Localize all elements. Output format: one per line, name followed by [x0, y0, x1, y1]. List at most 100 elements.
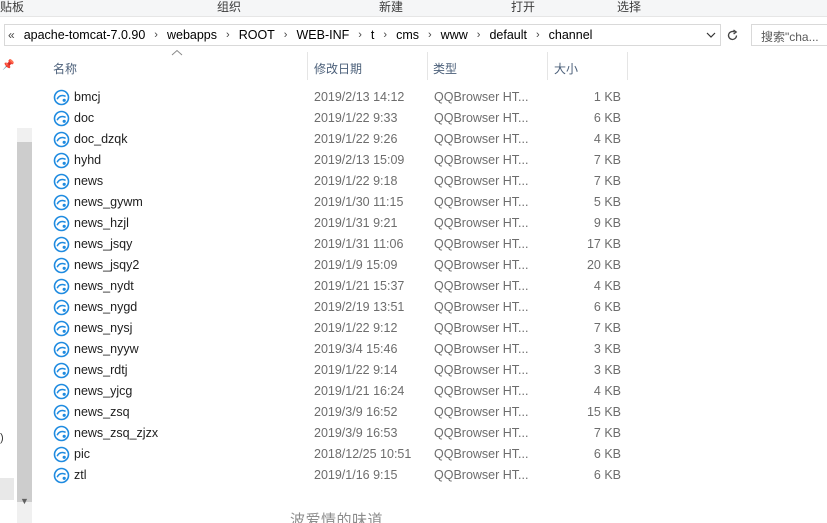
file-row[interactable]: hyhd 2019/2/13 15:09 QQBrowser HT... 7 KB — [48, 150, 626, 171]
file-type: QQBrowser HT... — [434, 405, 529, 419]
column-header-type[interactable]: 类型 — [428, 52, 546, 82]
qqbrowser-html-icon — [53, 425, 70, 442]
file-row[interactable]: bmcj 2019/2/13 14:12 QQBrowser HT... 1 KB — [48, 87, 626, 108]
nav-selected-item[interactable] — [0, 478, 14, 500]
breadcrumb-item[interactable]: WEB-INF — [292, 25, 353, 45]
breadcrumb-separator-icon[interactable]: › — [472, 25, 486, 45]
column-header-date[interactable]: 修改日期 — [308, 52, 426, 82]
address-history-dropdown[interactable] — [703, 26, 719, 44]
file-size: 1 KB — [593, 90, 621, 104]
ribbon-label-new: 新建 — [379, 0, 404, 14]
file-name: hyhd — [74, 153, 102, 167]
file-name: bmcj — [74, 90, 101, 104]
file-row[interactable]: ztl 2019/1/16 9:15 QQBrowser HT... 6 KB — [48, 465, 626, 486]
breadcrumb-item[interactable]: cms — [392, 25, 423, 45]
file-name: news_nygd — [74, 300, 138, 314]
file-size: 7 KB — [593, 426, 621, 440]
qqbrowser-html-icon — [53, 404, 70, 421]
column-header-name[interactable]: 名称 — [48, 52, 306, 82]
breadcrumb-item[interactable]: apache-tomcat-7.0.90 — [20, 25, 150, 45]
file-size: 3 KB — [593, 342, 621, 356]
breadcrumb-separator-icon[interactable]: › — [531, 25, 545, 45]
file-name: news_gywm — [74, 195, 143, 209]
address-bar[interactable]: « apache-tomcat-7.0.90 › webapps › ROOT › WEB-… — [4, 24, 721, 46]
file-modified-date: 2019/2/13 14:12 — [314, 90, 405, 104]
file-type: QQBrowser HT... — [434, 174, 529, 188]
file-row[interactable]: pic 2018/12/25 10:51 QQBrowser HT... 6 KB — [48, 444, 626, 465]
breadcrumb-item[interactable]: default — [485, 25, 531, 45]
nav-item-fragment: ) — [0, 432, 4, 444]
file-name: news_hzjl — [74, 216, 129, 230]
search-input[interactable]: 搜索"cha... — [761, 28, 819, 45]
qqbrowser-html-icon — [53, 362, 70, 379]
breadcrumb-separator-icon[interactable]: › — [353, 25, 367, 45]
column-divider[interactable] — [627, 52, 628, 80]
breadcrumb-separator-icon[interactable]: › — [221, 25, 235, 45]
ribbon-label-clipboard: 贴板 — [0, 0, 25, 14]
file-row[interactable]: news 2019/1/22 9:18 QQBrowser HT... 7 KB — [48, 171, 626, 192]
column-header-size-label: 大小 — [554, 62, 579, 76]
refresh-button[interactable] — [722, 24, 742, 46]
file-type: QQBrowser HT... — [434, 132, 529, 146]
file-type: QQBrowser HT... — [434, 153, 529, 167]
file-size: 7 KB — [593, 174, 621, 188]
search-box[interactable]: 搜索"cha... — [751, 24, 827, 46]
breadcrumb-separator-icon[interactable]: › — [423, 25, 437, 45]
breadcrumb-item[interactable]: t — [367, 25, 378, 45]
file-modified-date: 2019/1/31 11:06 — [314, 237, 404, 251]
file-type: QQBrowser HT... — [434, 90, 529, 104]
qqbrowser-html-icon — [53, 236, 70, 253]
file-row[interactable]: doc_dzqk 2019/1/22 9:26 QQBrowser HT... 4 K… — [48, 129, 626, 150]
file-row[interactable]: news_zsq 2019/3/9 16:52 QQBrowser HT... 15 … — [48, 402, 626, 423]
watermark-text: 波爱情的味道 — [290, 512, 384, 523]
qqbrowser-html-icon — [53, 152, 70, 169]
file-row[interactable]: news_hzjl 2019/1/31 9:21 QQBrowser HT... 9 … — [48, 213, 626, 234]
breadcrumb-item[interactable]: webapps — [163, 25, 221, 45]
qqbrowser-html-icon — [53, 278, 70, 295]
navigation-pane: 📌 ▼ ) — [0, 52, 32, 523]
file-row[interactable]: news_jsqy2 2019/1/9 15:09 QQBrowser HT... 2… — [48, 255, 626, 276]
file-row[interactable]: news_nygd 2019/2/19 13:51 QQBrowser HT... 6… — [48, 297, 626, 318]
breadcrumb-item[interactable]: channel — [545, 25, 597, 45]
file-row[interactable]: news_gywm 2019/1/30 11:15 QQBrowser HT... 5… — [48, 192, 626, 213]
file-row[interactable]: news_rdtj 2019/1/22 9:14 QQBrowser HT... 3 … — [48, 360, 626, 381]
file-modified-date: 2019/3/9 16:53 — [314, 426, 398, 440]
file-row[interactable]: news_jsqy 2019/1/31 11:06 QQBrowser HT... 1… — [48, 234, 626, 255]
qqbrowser-html-icon — [53, 131, 70, 148]
breadcrumb-separator-icon[interactable]: › — [279, 25, 293, 45]
file-row[interactable]: doc 2019/1/22 9:33 QQBrowser HT... 6 KB — [48, 108, 626, 129]
breadcrumb-separator-icon[interactable]: › — [149, 25, 163, 45]
qqbrowser-html-icon — [53, 173, 70, 190]
file-modified-date: 2019/1/21 16:24 — [314, 384, 405, 398]
file-name: news_nysj — [74, 321, 133, 335]
file-size: 6 KB — [593, 300, 621, 314]
ribbon-label-select: 选择 — [617, 0, 642, 14]
file-name: news_nydt — [74, 279, 134, 293]
nav-scrollbar-thumb[interactable] — [17, 142, 32, 502]
refresh-icon — [727, 28, 737, 40]
file-row[interactable]: news_nydt 2019/1/21 15:37 QQBrowser HT... 4… — [48, 276, 626, 297]
file-modified-date: 2019/1/9 15:09 — [314, 258, 398, 272]
file-row[interactable]: news_nysj 2019/1/22 9:12 QQBrowser HT... 7 … — [48, 318, 626, 339]
column-header-type-label: 类型 — [433, 62, 458, 76]
overflow-chevron-icon[interactable]: « — [5, 28, 20, 42]
file-row[interactable]: news_yjcg 2019/1/21 16:24 QQBrowser HT... 4… — [48, 381, 626, 402]
qqbrowser-html-icon — [53, 110, 70, 127]
file-modified-date: 2019/3/9 16:52 — [314, 405, 398, 419]
file-row[interactable]: news_zsq_zjzx 2019/3/9 16:53 QQBrowser HT.… — [48, 423, 626, 444]
breadcrumb-separator-icon[interactable]: › — [378, 25, 392, 45]
file-row[interactable]: news_nyyw 2019/3/4 15:46 QQBrowser HT... 3 … — [48, 339, 626, 360]
file-modified-date: 2019/1/22 9:26 — [314, 132, 398, 146]
qqbrowser-html-icon — [53, 383, 70, 400]
watermark: 波爱情的味道 — [290, 507, 412, 523]
pin-icon[interactable]: 📌 — [2, 60, 14, 71]
file-name: pic — [74, 447, 90, 461]
file-size: 9 KB — [593, 216, 621, 230]
breadcrumb-item[interactable]: ROOT — [235, 25, 279, 45]
ribbon-group-labels: 贴板 组织 新建 打开 选择 — [0, 0, 827, 17]
breadcrumb-item[interactable]: www — [437, 25, 472, 45]
nav-scroll-down-arrow[interactable]: ▼ — [17, 493, 32, 508]
file-name: ztl — [74, 468, 87, 482]
column-header-size[interactable]: 大小 — [548, 52, 628, 82]
file-name: news_jsqy — [74, 237, 133, 251]
